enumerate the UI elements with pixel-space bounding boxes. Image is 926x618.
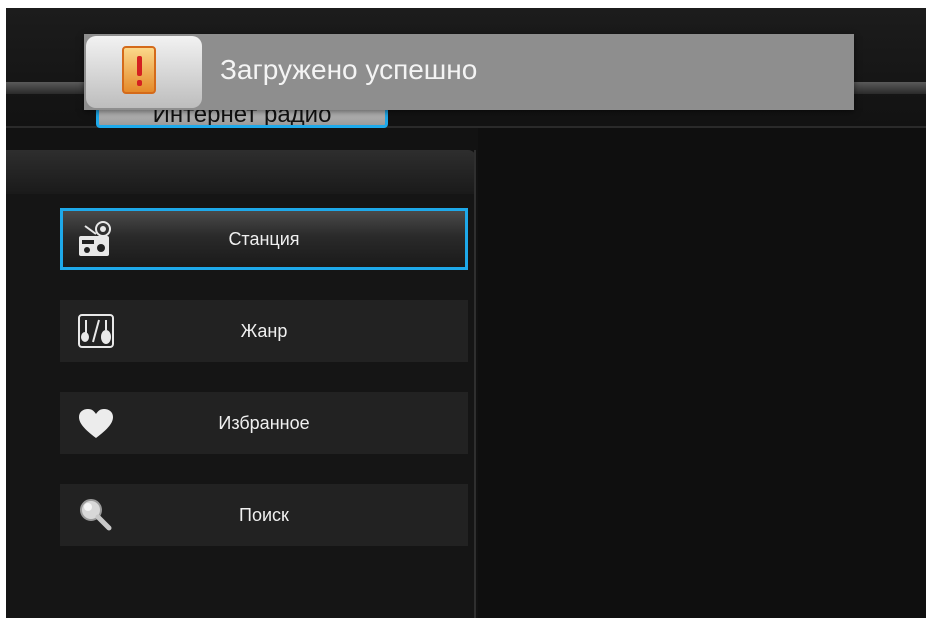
menu-item-search[interactable]: Поиск: [60, 484, 468, 546]
content-area: [478, 128, 926, 618]
notification-icon-frame: [86, 36, 202, 108]
menu-item-label: Станция: [228, 229, 300, 249]
screen: Интернет радио Станция Жанр Избранное По…: [6, 8, 926, 618]
notification-banner: Загружено успешно: [84, 34, 854, 110]
menu-panel-header: [6, 150, 476, 194]
menu-item-favorites[interactable]: Избранное: [60, 392, 468, 454]
warning-exclamation-icon: [122, 46, 156, 94]
menu-panel-border: [474, 150, 476, 618]
menu-item-label: Жанр: [240, 321, 288, 341]
menu-panel: Станция Жанр Избранное Поиск: [6, 150, 476, 618]
menu-item-station[interactable]: Станция: [60, 208, 468, 270]
menu-item-label: Избранное: [218, 413, 310, 433]
notification-message: Загружено успешно: [220, 54, 478, 85]
menu-item-genre[interactable]: Жанр: [60, 300, 468, 362]
menu-item-label: Поиск: [239, 505, 289, 525]
